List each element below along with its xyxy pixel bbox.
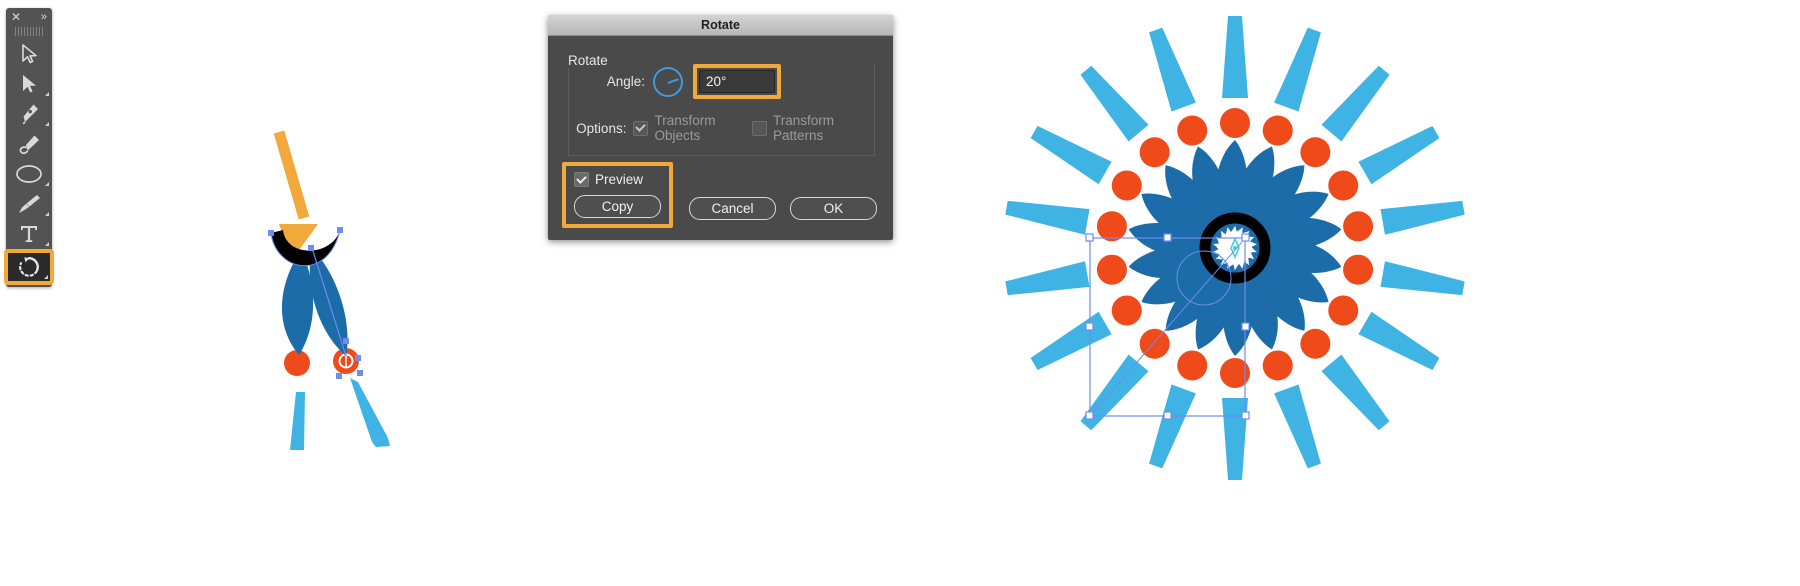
radial-mandala-artwork[interactable] <box>980 10 1540 490</box>
transform-objects-label: Transform Objects <box>654 113 716 143</box>
toolbar-header: ✕ » <box>6 8 52 26</box>
tool-flyout-indicator[interactable] <box>45 212 49 216</box>
rotate-group-label: Rotate <box>568 53 615 68</box>
direct-selection-icon <box>23 75 36 93</box>
rotate-tool[interactable] <box>4 249 54 285</box>
ellipse-tool[interactable] <box>6 159 52 189</box>
curvature-tool[interactable] <box>6 129 52 159</box>
mandala-radial-group <box>1003 16 1467 480</box>
ellipse-icon <box>16 165 42 183</box>
angle-row: Angle: <box>569 64 874 99</box>
paintbrush-tool[interactable] <box>6 189 52 219</box>
type-tool[interactable] <box>6 219 52 249</box>
rotate-icon <box>19 257 39 277</box>
tool-flyout-indicator[interactable] <box>45 242 49 246</box>
expand-panel-icon[interactable]: » <box>41 11 47 23</box>
dialog-action-buttons: Cancel OK <box>689 197 877 228</box>
ray-shapes <box>290 378 390 450</box>
transform-patterns-checkbox[interactable] <box>752 120 768 136</box>
paintbrush-icon <box>19 195 40 213</box>
tool-flyout-indicator[interactable] <box>45 92 49 96</box>
copy-button[interactable]: Copy <box>574 195 661 218</box>
angle-input-highlight <box>693 64 781 99</box>
tool-flyout-indicator[interactable] <box>45 122 49 126</box>
rotate-dialog[interactable]: Rotate Rotate Angle: Options: Transform … <box>548 15 893 240</box>
angle-input[interactable] <box>699 70 775 93</box>
ok-button[interactable]: OK <box>790 197 877 220</box>
transform-patterns-label: Transform Patterns <box>773 113 835 143</box>
panel-drag-grip[interactable] <box>15 27 43 36</box>
preview-checkbox[interactable] <box>574 172 589 187</box>
preview-and-copy-highlight: Preview Copy <box>562 162 673 228</box>
angle-dial[interactable] <box>653 66 683 97</box>
dialog-body: Rotate Angle: Options: Transform Objects… <box>548 36 893 240</box>
single-petal-group[interactable] <box>200 120 460 460</box>
cancel-button[interactable]: Cancel <box>689 197 776 220</box>
selection-tool[interactable] <box>6 39 52 69</box>
close-icon[interactable]: ✕ <box>11 11 21 23</box>
rotate-origin-marker[interactable] <box>1230 237 1240 259</box>
transform-objects-checkbox[interactable] <box>633 120 649 136</box>
type-t-icon <box>21 226 37 242</box>
orange-dot[interactable] <box>284 350 310 376</box>
options-label: Options: <box>576 120 627 136</box>
dialog-footer: Preview Copy Cancel OK <box>548 160 893 240</box>
preview-label: Preview <box>595 172 644 187</box>
curvature-icon <box>19 135 39 155</box>
rotate-group: Rotate Angle: Options: Transform Objects… <box>568 53 875 156</box>
arrow-cursor-icon <box>22 44 37 64</box>
dialog-titlebar[interactable]: Rotate <box>548 15 893 36</box>
direct-selection-tool[interactable] <box>6 69 52 99</box>
preview-row[interactable]: Preview <box>574 172 661 187</box>
pen-tool[interactable] <box>6 99 52 129</box>
angle-label: Angle: <box>606 74 645 89</box>
options-row: Options: Transform Objects Transform Pat… <box>569 113 874 143</box>
dialog-title: Rotate <box>701 18 740 32</box>
pen-icon <box>22 104 38 125</box>
tools-panel[interactable]: ✕ » <box>4 8 54 287</box>
tool-flyout-indicator[interactable] <box>45 182 49 186</box>
tool-flyout-indicator[interactable] <box>44 275 48 279</box>
angle-dial-needle <box>667 77 679 84</box>
